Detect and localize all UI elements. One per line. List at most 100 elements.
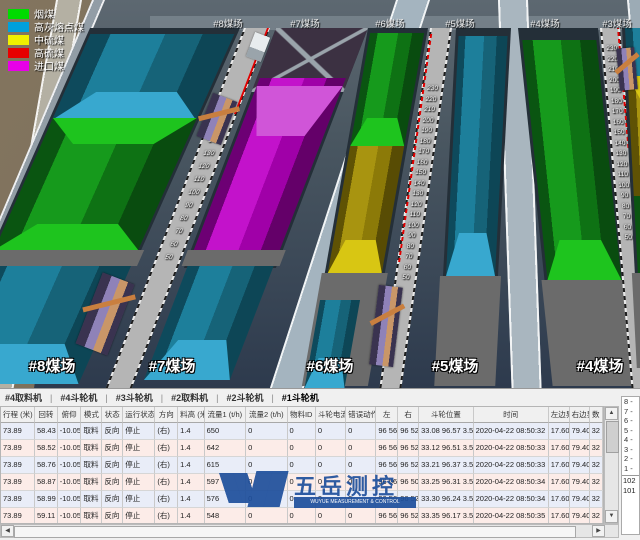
track-scale-number: 120 <box>616 160 628 171</box>
side-panel-item[interactable]: 6 - <box>622 416 639 426</box>
table-header-cell[interactable]: 行程 (米) <box>1 407 35 423</box>
side-panel-item[interactable]: 2 - <box>622 454 639 464</box>
track-scale-number: 220 <box>425 95 437 106</box>
table-body: 73.89 58.43 -10.05 取料 反向 停止 (右) 1.4 650 … <box>1 423 603 524</box>
table-header-cell[interactable]: 右边界 <box>570 407 590 423</box>
table-header-cell[interactable]: 模式 <box>81 407 102 423</box>
track-scale-number: 200 <box>422 116 434 127</box>
table-header-cell[interactable]: 料高 (米) <box>178 407 205 423</box>
track-scale-number: 60 <box>623 223 631 234</box>
track-scale-number: 100 <box>407 221 419 232</box>
yard-label: #5煤场 <box>445 16 475 30</box>
track-scale-number: 100 <box>186 186 202 199</box>
table-header-cell[interactable]: 方向 <box>155 407 178 423</box>
side-panel-item[interactable]: 1 - <box>622 464 639 474</box>
machine-tab[interactable]: #2斗轮机 <box>224 391 279 404</box>
table-header-cell[interactable]: 流量2 (t/h) <box>246 407 287 423</box>
table-header-cell[interactable]: 左边界 <box>549 407 570 423</box>
yard-label: #4煤场 <box>530 16 560 30</box>
vertical-scroll-thumb[interactable] <box>606 421 619 453</box>
track-scale-number: 70 <box>173 225 185 238</box>
scroll-down-arrow-icon[interactable]: ▼ <box>605 510 618 523</box>
yard-label: #4煤场 <box>577 355 624 376</box>
track-scale-number: 140 <box>413 179 425 190</box>
track-scale-number: 90 <box>407 231 416 242</box>
table-row[interactable]: 73.89 58.76 -10.05 取料 反向 停止 (右) 1.4 615 … <box>1 457 603 474</box>
legend-color-swatch <box>8 61 29 71</box>
table-row[interactable]: 73.89 58.99 -10.05 取料 反向 停止 (右) 1.4 576 … <box>1 491 603 508</box>
track-scale-number: 70 <box>622 212 630 223</box>
table-row[interactable]: 73.89 58.43 -10.05 取料 反向 停止 (右) 1.4 650 … <box>1 423 603 440</box>
right-side-list-panel: 8 -7 -6 -5 -4 -3 -2 -1 - 102101 <box>621 396 640 535</box>
track-scale-number: 180 <box>419 137 431 148</box>
track-scale-number: 160 <box>612 118 624 129</box>
scroll-left-arrow-icon[interactable]: ◀ <box>1 525 14 537</box>
table-header-cell[interactable]: 数 <box>590 407 603 423</box>
table-header-cell[interactable]: 流量1 (t/h) <box>205 407 246 423</box>
track-scale-number: 90 <box>183 199 195 212</box>
yard-label: #6煤场 <box>375 16 405 30</box>
machine-tab-bar: #4取料机#4斗轮机#3斗轮机#2取料机#2斗轮机#1斗轮机 <box>0 389 640 406</box>
table-header-cell[interactable]: 斗轮位置 <box>419 407 474 423</box>
track-scale-number: 230 <box>426 84 438 95</box>
track-scale-number: 90 <box>621 191 629 202</box>
horizontal-scroll-thumb[interactable] <box>14 526 576 538</box>
coal-pile-green <box>350 33 424 146</box>
machine-tab[interactable]: #4斗轮机 <box>58 391 113 404</box>
track-scale-number: 80 <box>178 212 190 225</box>
stacker-reclaimer-icon[interactable] <box>616 47 638 90</box>
track-scale-number: 60 <box>403 263 412 274</box>
yard-5-strip[interactable] <box>437 28 511 388</box>
table-vertical-scrollbar[interactable]: ▲ ▼ <box>604 406 619 524</box>
track-scale-number: 100 <box>618 181 630 192</box>
track-scale-number: 80 <box>622 202 630 213</box>
side-panel-item[interactable]: 7 - <box>622 407 639 417</box>
table-header-cell[interactable]: 时间 <box>474 407 549 423</box>
table-header-cell[interactable]: 俯仰 <box>58 407 82 423</box>
telemetry-table[interactable]: 行程 (米)回转俯仰模式状态运行状态方向料高 (米)流量1 (t/h)流量2 (… <box>0 406 604 524</box>
side-panel-item[interactable]: 3 - <box>622 445 639 455</box>
machine-tab[interactable]: #1斗轮机 <box>280 391 321 404</box>
scroll-up-arrow-icon[interactable]: ▲ <box>605 407 618 420</box>
track-scale-number: 70 <box>404 252 413 263</box>
side-panel-item[interactable]: 5 - <box>622 426 639 436</box>
side-panel-value: 101 <box>622 486 639 496</box>
table-header-cell[interactable]: 右 <box>398 407 419 423</box>
table-header-cell[interactable]: 运行状态 <box>123 407 155 423</box>
track-scale-number: 150 <box>613 128 625 139</box>
yard-label: #3煤场 <box>602 16 632 30</box>
table-header-cell[interactable]: 回转 <box>35 407 58 423</box>
track-scale-number: 170 <box>417 147 429 158</box>
track-scale-number: 50 <box>163 251 175 264</box>
track-scale-number: 140 <box>614 139 626 150</box>
track-scale-number: 170 <box>611 107 623 118</box>
table-horizontal-scrollbar[interactable]: ◀ ▶ <box>0 524 619 538</box>
table-header-cell[interactable]: 错误动作 <box>346 407 376 423</box>
machine-tab[interactable]: #3斗轮机 <box>114 391 169 404</box>
yard-3d-viewport[interactable]: 1601501401301201101009080706050 <box>0 0 640 388</box>
yard-ground-pad <box>182 250 286 266</box>
table-header-row: 行程 (米)回转俯仰模式状态运行状态方向料高 (米)流量1 (t/h)流量2 (… <box>1 407 603 423</box>
track-scale-number: 80 <box>406 242 415 253</box>
side-panel-item[interactable]: 8 - <box>622 397 639 407</box>
yard-label: #6煤场 <box>307 355 354 376</box>
table-row[interactable]: 73.89 58.87 -10.05 取料 反向 停止 (右) 1.4 597 … <box>1 474 603 491</box>
scroll-right-arrow-icon[interactable]: ▶ <box>592 525 605 537</box>
yard-label: #7煤场 <box>290 16 320 30</box>
table-row[interactable]: 73.89 58.52 -10.05 取料 反向 停止 (右) 1.4 642 … <box>1 440 603 457</box>
machine-tab[interactable]: #4取料机 <box>3 391 58 404</box>
table-header-cell[interactable]: 状态 <box>102 407 123 423</box>
side-panel-values: 102101 <box>622 475 639 496</box>
track-scale-number: 110 <box>409 210 421 221</box>
track-scale-number: 130 <box>411 189 423 200</box>
table-header-cell[interactable]: 左 <box>376 407 398 423</box>
table-row[interactable]: 73.89 59.11 -10.05 取料 反向 停止 (右) 1.4 548 … <box>1 508 603 524</box>
track-scale-number: 110 <box>191 173 206 186</box>
table-header-cell[interactable]: 物料ID <box>288 407 316 423</box>
machine-tab[interactable]: #2取料机 <box>169 391 224 404</box>
yard-label: #7煤场 <box>149 355 196 376</box>
side-panel-item[interactable]: 4 - <box>622 435 639 445</box>
table-header-cell[interactable]: 斗轮电流 <box>316 407 346 423</box>
track-scale-number: 130 <box>201 147 217 160</box>
track-scale-number: 50 <box>401 273 410 284</box>
